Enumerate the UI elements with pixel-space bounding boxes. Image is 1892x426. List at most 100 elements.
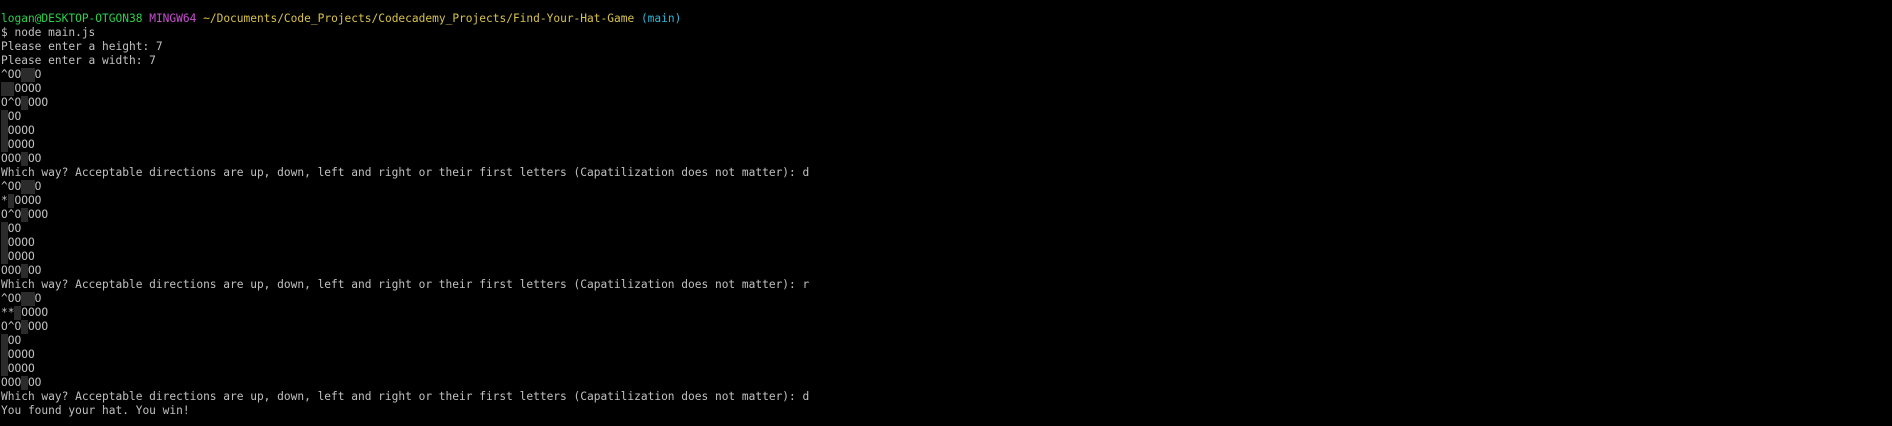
board-cell: O	[27, 320, 35, 333]
board-cell: O	[21, 250, 28, 263]
board-cell: O	[1, 208, 8, 221]
board-row: ^OO O	[1, 68, 1892, 82]
board-cell: *	[1, 306, 8, 319]
board-cell: ^	[1, 180, 8, 193]
board-row: OOOO	[1, 82, 1892, 96]
field-cell	[21, 96, 28, 110]
board-cell: ^	[7, 96, 15, 109]
board-cell: O	[34, 306, 42, 319]
board-cell: O	[27, 96, 35, 109]
board-cell: O	[14, 292, 22, 305]
field-cell	[27, 68, 35, 82]
board-cell: O	[14, 348, 22, 361]
board-cell: O	[27, 376, 35, 389]
board-cell: O	[7, 222, 15, 235]
prompt-user-host: logan@DESKTOP-OTGON38	[1, 12, 143, 25]
board-row: O^O OOO	[1, 96, 1892, 110]
board-row: OOO OO	[1, 264, 1892, 278]
board-cell: O	[34, 320, 42, 333]
board-row: OOO OO	[1, 376, 1892, 390]
board-row: OOOO	[1, 348, 1892, 362]
board-cell: O	[27, 264, 35, 277]
board-cell: O	[7, 236, 15, 249]
board-row: ^OO O	[1, 180, 1892, 194]
prompt-branch: (main)	[640, 12, 682, 25]
board-cell: O	[14, 264, 22, 277]
board-cell: O	[7, 348, 15, 361]
board-row: OO	[1, 110, 1892, 124]
field-cell	[1, 250, 8, 264]
board-cell: O	[34, 68, 42, 81]
board-row: O^O OOO	[1, 320, 1892, 334]
game-board-1: ^OO O OOOO O^O OOO OO OOOO OOOO OOO OO	[1, 68, 1892, 166]
board-row: * OOOO	[1, 194, 1892, 208]
field-cell	[21, 152, 28, 166]
field-cell	[1, 222, 8, 236]
board-cell: O	[21, 236, 28, 249]
board-cell: O	[7, 180, 15, 193]
board-cell: O	[14, 96, 22, 109]
board-cell: O	[14, 194, 22, 207]
field-cell	[1, 82, 8, 96]
terminal-window[interactable]: logan@DESKTOP-OTGON38 MINGW64 ~/Document…	[0, 0, 1892, 426]
board-cell: O	[41, 320, 49, 333]
field-cell	[1, 236, 8, 250]
board-cell: O	[7, 68, 15, 81]
board-cell: O	[14, 334, 22, 347]
board-cell: O	[27, 138, 35, 151]
board-cell: O	[41, 208, 49, 221]
board-cell: O	[7, 110, 15, 123]
board-cell: O	[14, 138, 22, 151]
board-cell: O	[14, 124, 22, 137]
board-cell: O	[41, 306, 49, 319]
board-cell: O	[14, 152, 22, 165]
board-row: OO	[1, 334, 1892, 348]
board-row: OOOO	[1, 250, 1892, 264]
field-cell	[1, 124, 8, 138]
board-cell: O	[14, 110, 22, 123]
game-board-3: ^OO O ** OOOO O^O OOO OO OOOO OOOO OOO OO	[1, 292, 1892, 390]
board-cell: O	[1, 320, 8, 333]
board-row: OOOO	[1, 138, 1892, 152]
field-cell	[1, 334, 8, 348]
board-cell: O	[7, 334, 15, 347]
board-cell: O	[21, 306, 28, 319]
direction-prompt-3: Which way? Acceptable directions are up,…	[1, 390, 810, 403]
board-cell: O	[14, 180, 22, 193]
board-cell: O	[21, 138, 28, 151]
board-cell: O	[21, 348, 28, 361]
board-cell: O	[27, 124, 35, 137]
field-cell	[7, 194, 15, 208]
board-row: ** OOOO	[1, 306, 1892, 320]
board-cell: O	[1, 152, 8, 165]
field-cell	[21, 68, 28, 82]
field-cell	[27, 180, 35, 194]
board-cell: O	[27, 306, 35, 319]
height-prompt: Please enter a height: 7	[1, 40, 163, 53]
board-cell: O	[21, 124, 28, 137]
field-cell	[21, 180, 28, 194]
board-cell: O	[7, 152, 15, 165]
board-cell: O	[34, 152, 42, 165]
board-row: OO	[1, 222, 1892, 236]
board-cell: O	[34, 264, 42, 277]
board-cell: O	[27, 82, 35, 95]
board-cell: O	[27, 362, 35, 375]
board-cell: O	[34, 292, 42, 305]
board-cell: O	[14, 82, 22, 95]
board-cell: *	[7, 306, 15, 319]
board-cell: O	[21, 82, 28, 95]
board-cell: ^	[7, 208, 15, 221]
board-row: ^OO O	[1, 292, 1892, 306]
board-cell: O	[7, 250, 15, 263]
field-cell	[1, 110, 8, 124]
board-cell: O	[34, 180, 42, 193]
board-cell: O	[7, 264, 15, 277]
board-row: OOOO	[1, 124, 1892, 138]
board-cell: O	[7, 362, 15, 375]
board-row: O^O OOO	[1, 208, 1892, 222]
board-cell: O	[34, 376, 42, 389]
board-cell: O	[21, 194, 28, 207]
field-cell	[21, 320, 28, 334]
board-cell: O	[14, 376, 22, 389]
